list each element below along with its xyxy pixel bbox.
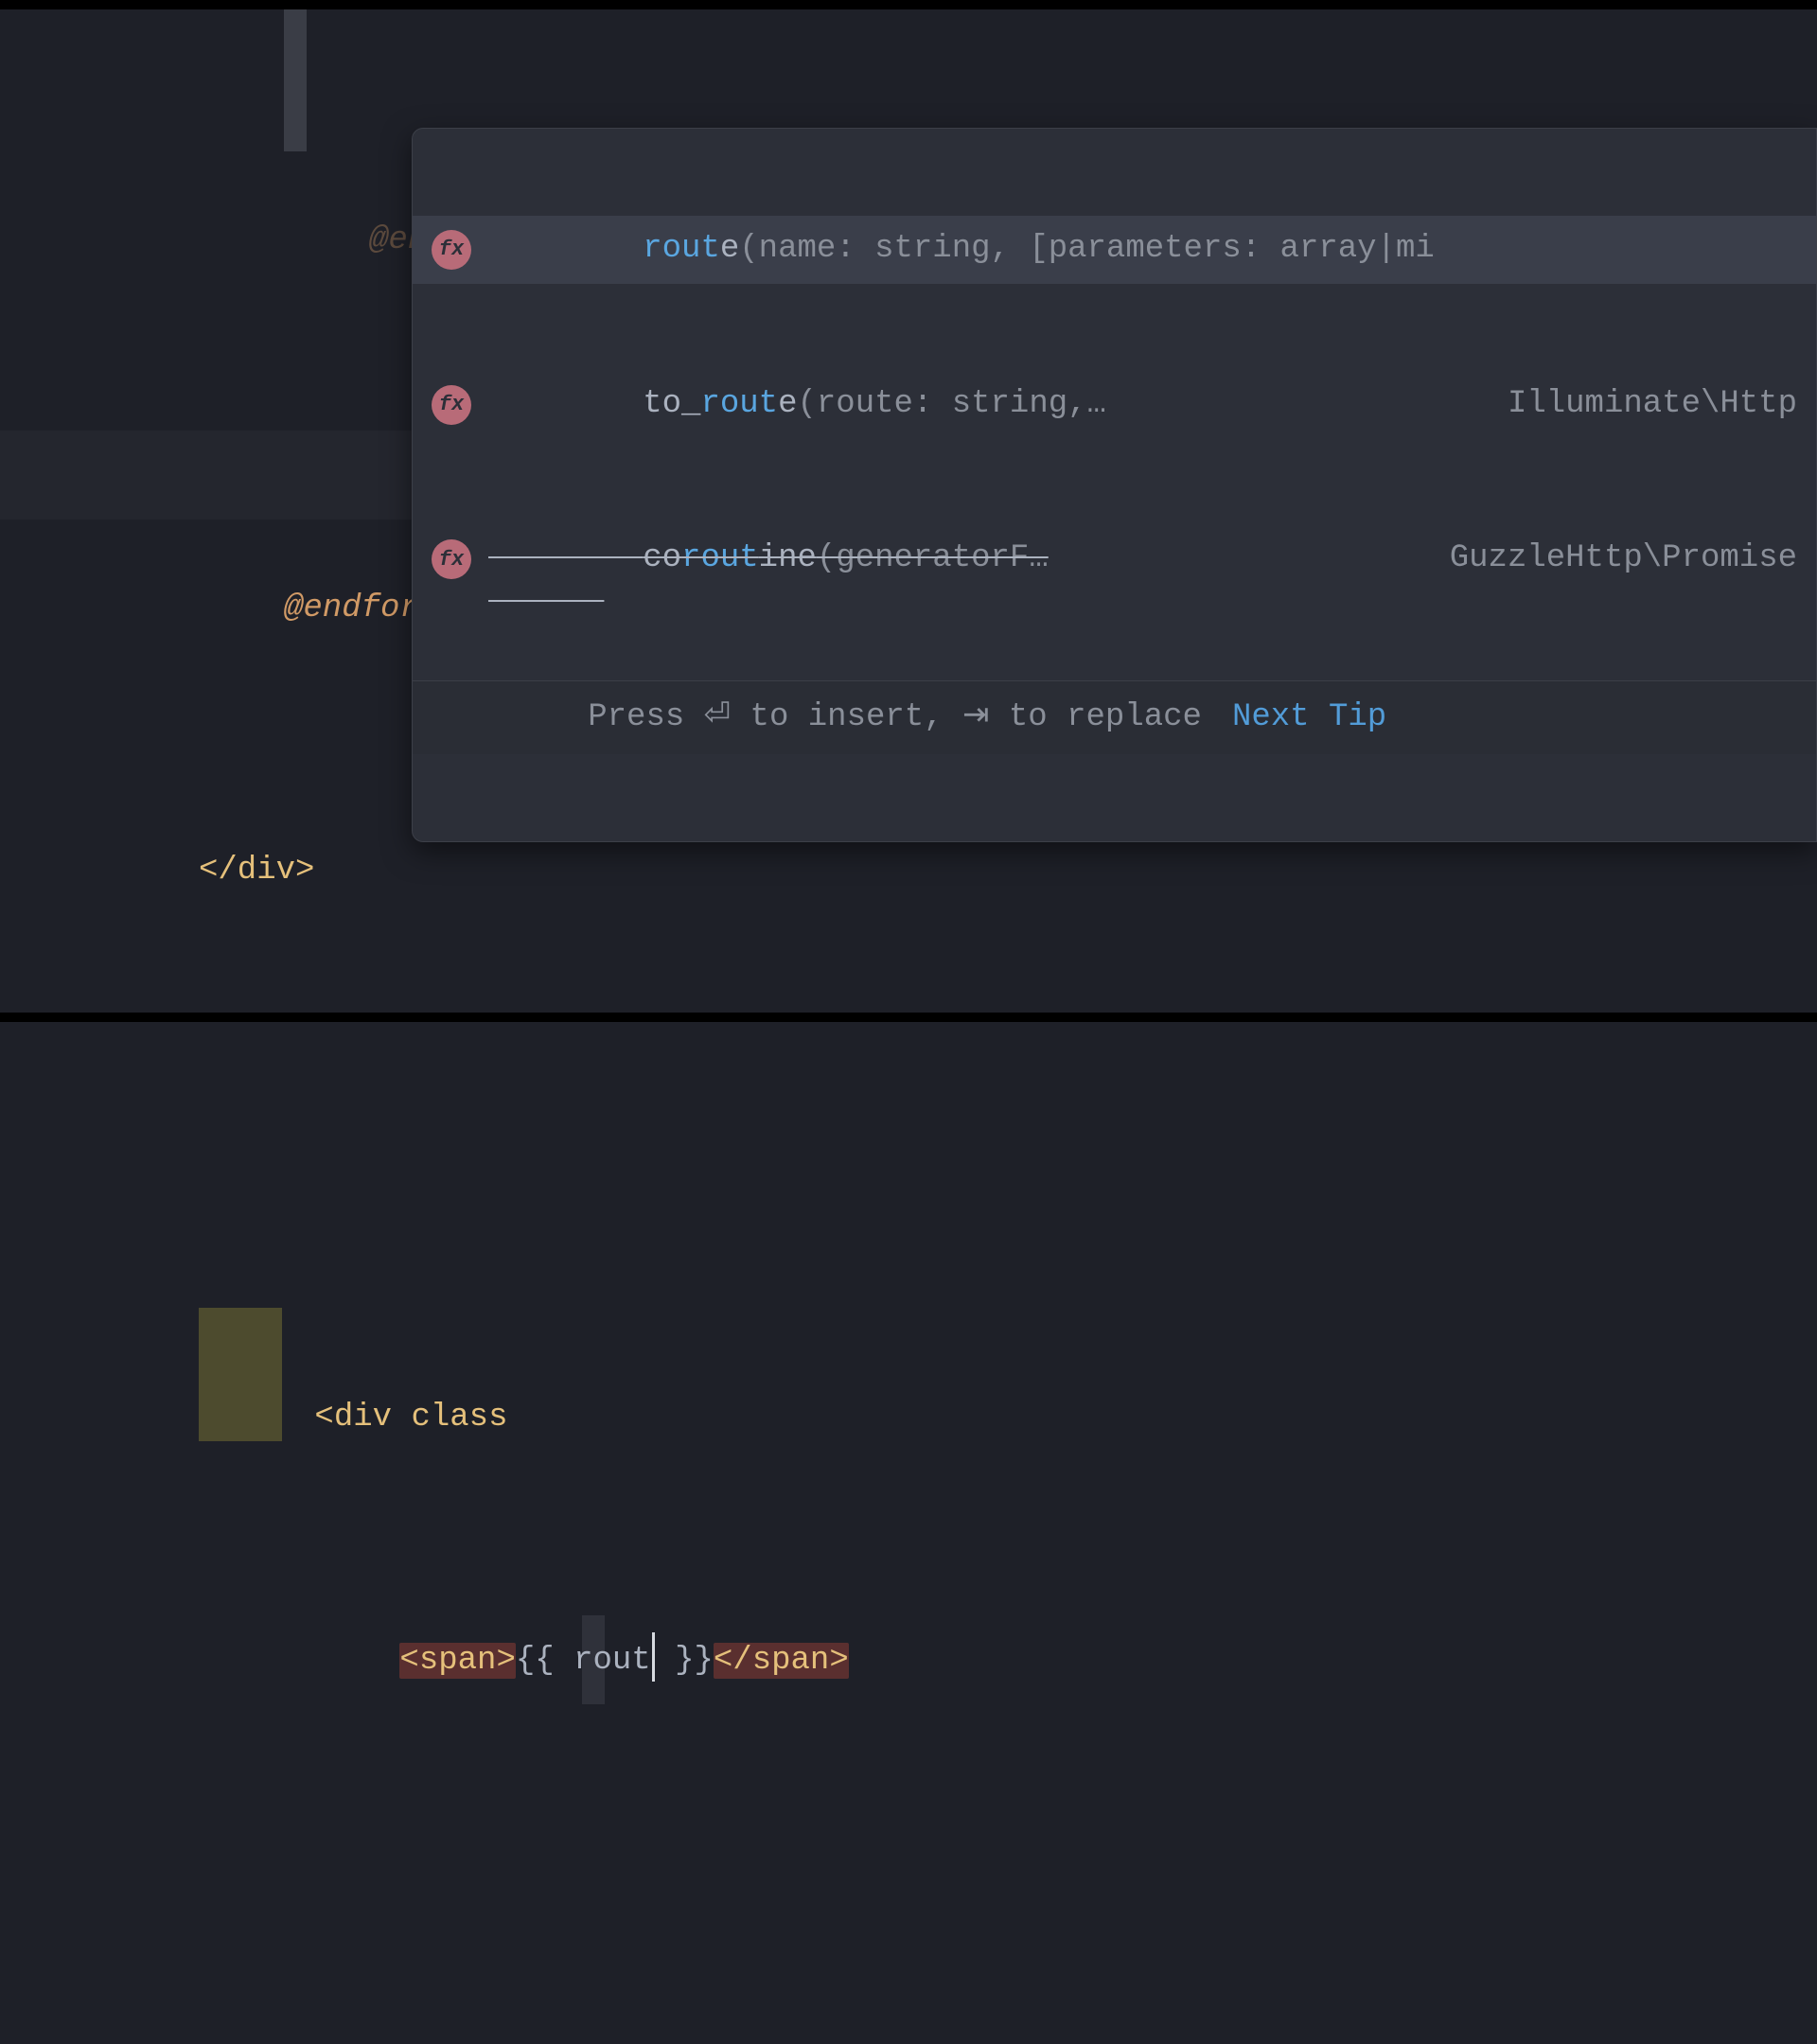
hint-text: to replace <box>990 699 1202 735</box>
prefix-text: to_ <box>643 386 700 422</box>
autocomplete-footer: Press ⏎ to insert, ⇥ to replace Next Tip <box>413 680 1816 754</box>
blade-close: }} <box>656 1643 714 1679</box>
indent-guide <box>284 9 307 151</box>
hint-text: Press <box>588 699 703 735</box>
code-line <box>0 1090 1817 1179</box>
autocomplete-item[interactable]: fx to_route(route: string,… Illuminate\H… <box>413 371 1816 439</box>
expression: rout <box>573 1643 651 1679</box>
function-icon: fx <box>432 230 471 270</box>
html-tag: <span> <box>399 1643 515 1679</box>
tab-key-icon: ⇥ <box>962 699 990 735</box>
signature: (route: string,… <box>797 386 1105 422</box>
code-line: <div class <box>0 1352 1817 1441</box>
function-icon: fx <box>432 539 471 579</box>
suffix-text: e <box>720 231 739 267</box>
autocomplete-popup[interactable]: fx route(name: string, [parameters: arra… <box>412 128 1817 842</box>
enter-key-icon: ⏎ <box>704 699 732 735</box>
source-namespace: GuzzleHttp\Promise <box>1450 537 1797 581</box>
html-attribute: class <box>411 1400 507 1436</box>
source-namespace: Illuminate\Http <box>1508 383 1797 427</box>
hint-text: to insert, <box>731 699 962 735</box>
prefix-text: co <box>643 540 681 576</box>
code-editor[interactable]: @endforeach @endforeach </div> <div clas… <box>0 9 1817 1013</box>
text-cursor <box>652 1632 655 1682</box>
signature: (name: string, [parameters: array|mi <box>739 231 1435 267</box>
match-text: rout <box>643 231 720 267</box>
blade-open: {{ <box>516 1643 573 1679</box>
function-icon: fx <box>432 385 471 425</box>
suffix-text: e <box>778 386 797 422</box>
signature: (generatorF… <box>817 540 1049 576</box>
match-text: rout <box>681 540 759 576</box>
html-tag: </div> <box>199 853 314 889</box>
autocomplete-item[interactable]: fx route(name: string, [parameters: arra… <box>413 216 1816 284</box>
html-tag: <div <box>314 1400 392 1436</box>
next-tip-link[interactable]: Next Tip <box>1232 696 1386 740</box>
suffix-text: ine <box>759 540 817 576</box>
code-line-current[interactable]: <span>{{ rout }}</span> <box>0 1615 1817 1704</box>
match-text: rout <box>700 386 778 422</box>
code-line <box>0 1877 1817 1966</box>
html-tag: </span> <box>714 1643 849 1679</box>
autocomplete-item[interactable]: fx coroutine(generatorF… GuzzleHttp\Prom… <box>413 525 1816 593</box>
